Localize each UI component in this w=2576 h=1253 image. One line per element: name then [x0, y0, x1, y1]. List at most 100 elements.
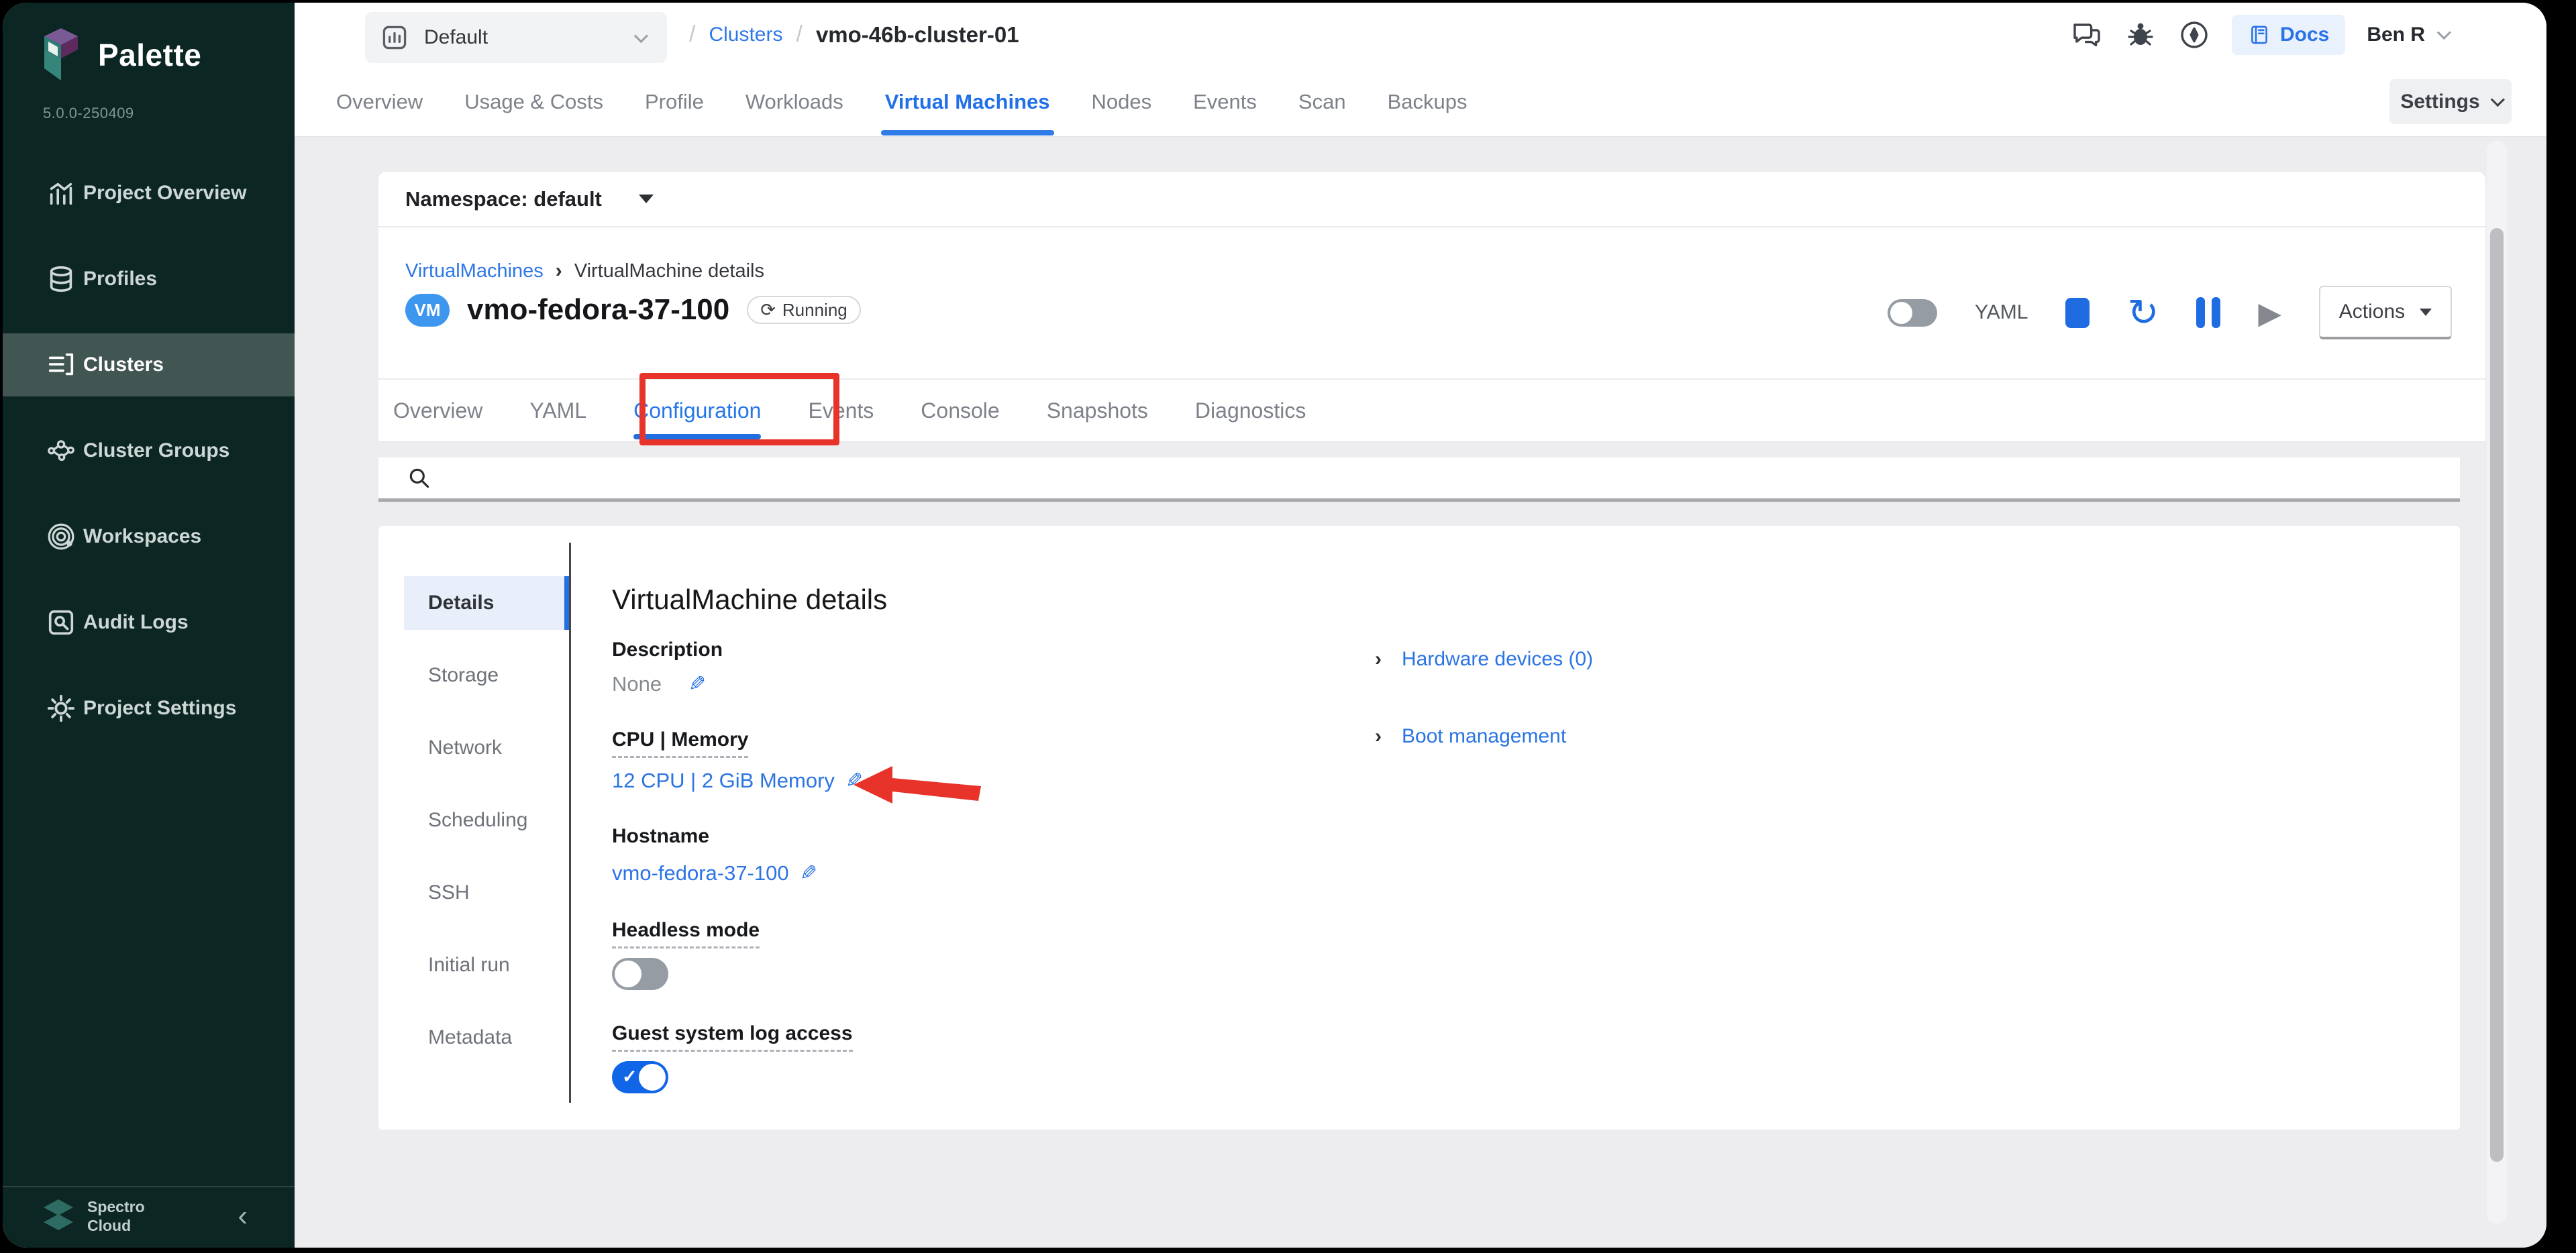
restart-button[interactable]: ↻ — [2127, 294, 2159, 331]
tab-scan[interactable]: Scan — [1298, 66, 1346, 137]
play-button[interactable]: ▶ — [2258, 295, 2281, 331]
tab-workloads[interactable]: Workloads — [745, 66, 843, 137]
subnav-details[interactable]: Details — [404, 576, 569, 630]
details-card: Details Storage Network Scheduling SSH I… — [378, 526, 2460, 1130]
subnav-divider — [569, 543, 571, 1103]
actions-button[interactable]: Actions — [2319, 286, 2452, 339]
toggle-knob — [1890, 302, 1912, 324]
sidebar-item-project-settings[interactable]: Project Settings — [3, 677, 295, 740]
details-heading: VirtualMachine details — [612, 584, 887, 616]
toggle-knob — [615, 961, 641, 987]
scrollbar-thumb[interactable] — [2490, 228, 2504, 1162]
bug-icon[interactable] — [2124, 19, 2157, 51]
tab-virtual-machines[interactable]: Virtual Machines — [885, 66, 1050, 137]
sidebar-item-cluster-groups[interactable]: Cluster Groups — [3, 419, 295, 482]
headless-mode-toggle[interactable] — [612, 958, 668, 990]
hostname-value-link[interactable]: vmo-fedora-37-100 — [612, 861, 789, 885]
tab-profile[interactable]: Profile — [645, 66, 704, 137]
clusters-icon — [46, 349, 76, 380]
hardware-devices-row: › Hardware devices (0) — [1375, 648, 1593, 671]
chevron-down-icon — [634, 29, 648, 43]
vm-tab-overview[interactable]: Overview — [393, 380, 482, 442]
vm-tab-console[interactable]: Console — [921, 380, 999, 442]
settings-label: Settings — [2400, 91, 2479, 113]
breadcrumb-separator: / — [689, 21, 695, 48]
breadcrumb-separator: / — [796, 21, 802, 48]
tab-nodes[interactable]: Nodes — [1092, 66, 1152, 137]
version-label: 5.0.0-250409 — [43, 105, 134, 122]
user-menu[interactable]: Ben R — [2367, 23, 2447, 46]
boot-management-link[interactable]: Boot management — [1402, 725, 1566, 748]
chat-icon[interactable] — [2071, 19, 2103, 51]
audit-logs-icon — [46, 607, 76, 638]
vm-breadcrumb-parent-link[interactable]: VirtualMachines — [405, 260, 544, 282]
palette-logo: Palette — [42, 27, 201, 83]
stop-button[interactable] — [2065, 298, 2090, 328]
vm-header: VirtualMachines › VirtualMachine details… — [378, 227, 2485, 378]
palette-logo-icon — [42, 27, 81, 83]
vm-title-row: VM vmo-fedora-37-100 ⟳ Running — [405, 293, 861, 327]
breadcrumb-clusters-link[interactable]: Clusters — [709, 23, 782, 46]
chevron-right-icon[interactable]: › — [1375, 725, 1382, 748]
vm-tab-snapshots[interactable]: Snapshots — [1047, 380, 1148, 442]
headless-mode-label: Headless mode — [612, 919, 760, 948]
boot-management-row: › Boot management — [1375, 725, 1566, 748]
vm-tab-configuration[interactable]: Configuration — [633, 380, 761, 442]
pause-button[interactable] — [2196, 297, 2220, 328]
toggle-knob — [639, 1064, 666, 1091]
sidebar-collapse-button[interactable]: ‹ — [238, 1199, 248, 1233]
subnav-storage[interactable]: Storage — [404, 649, 569, 702]
vm-breadcrumb-current: VirtualMachine details — [574, 260, 764, 282]
chevron-down-icon — [2420, 309, 2432, 316]
spectro-cloud-logo-icon — [40, 1198, 77, 1237]
yaml-toggle[interactable] — [1888, 299, 1937, 327]
namespace-selector[interactable]: Namespace: default — [378, 172, 2485, 227]
guest-log-label: Guest system log access — [612, 1022, 853, 1052]
sidebar-item-audit-logs[interactable]: Audit Logs — [3, 591, 295, 654]
tab-backups[interactable]: Backups — [1388, 66, 1467, 137]
project-grid-icon — [380, 23, 409, 52]
sidebar-item-profiles[interactable]: Profiles — [3, 248, 295, 311]
guest-log-toggle[interactable]: ✓ — [612, 1061, 668, 1093]
sidebar-item-project-overview[interactable]: Project Overview — [3, 162, 295, 225]
search-input[interactable] — [448, 467, 2460, 490]
palette-logo-text: Palette — [98, 37, 201, 73]
tab-events[interactable]: Events — [1193, 66, 1257, 137]
edit-hostname-icon[interactable]: ✎ — [800, 861, 817, 885]
profiles-icon — [46, 264, 76, 294]
main-content: Namespace: default VirtualMachines › Vir… — [295, 137, 2546, 1248]
subnav-ssh[interactable]: SSH — [404, 866, 569, 920]
docs-button[interactable]: Docs — [2232, 15, 2345, 55]
project-settings-icon — [46, 693, 76, 724]
chevron-right-icon: › — [556, 260, 562, 282]
subnav-metadata[interactable]: Metadata — [404, 1011, 569, 1065]
compass-icon[interactable] — [2178, 19, 2210, 51]
edit-description-icon[interactable]: ✎ — [688, 672, 706, 696]
settings-button[interactable]: Settings — [2389, 79, 2512, 124]
search-icon — [407, 466, 432, 491]
subnav-network[interactable]: Network — [404, 721, 569, 775]
vm-tab-yaml[interactable]: YAML — [529, 380, 586, 442]
app-window: Default / Clusters / vmo-46b-cluster-01 … — [3, 3, 2546, 1248]
cpu-memory-label: CPU | Memory — [612, 728, 748, 758]
vm-tabs: Overview YAML Configuration Events Conso… — [378, 378, 2485, 442]
vm-tab-events[interactable]: Events — [808, 380, 874, 442]
vm-panel: Namespace: default VirtualMachines › Vir… — [378, 172, 2485, 442]
tab-usage-costs[interactable]: Usage & Costs — [464, 66, 603, 137]
project-selector[interactable]: Default — [365, 12, 667, 63]
tab-overview[interactable]: Overview — [336, 66, 423, 137]
yaml-toggle-label: YAML — [1975, 301, 2028, 324]
vm-controls: YAML ↻ ▶ Actions — [1888, 286, 2452, 339]
sidebar-item-clusters[interactable]: Clusters — [3, 333, 295, 396]
chevron-right-icon[interactable]: › — [1375, 648, 1382, 671]
cpu-memory-value-link[interactable]: 12 CPU | 2 GiB Memory — [612, 769, 835, 793]
description-value: None — [612, 672, 662, 696]
subnav-initial-run[interactable]: Initial run — [404, 938, 569, 992]
vm-tab-diagnostics[interactable]: Diagnostics — [1195, 380, 1306, 442]
sidebar-item-workspaces[interactable]: Workspaces — [3, 505, 295, 568]
subnav-scheduling[interactable]: Scheduling — [404, 794, 569, 847]
namespace-dropdown-arrow-icon — [639, 195, 654, 203]
hardware-devices-link[interactable]: Hardware devices (0) — [1402, 648, 1593, 671]
sidebar-item-label: Workspaces — [83, 525, 201, 548]
edit-cpu-memory-icon[interactable]: ✎ — [845, 769, 863, 793]
